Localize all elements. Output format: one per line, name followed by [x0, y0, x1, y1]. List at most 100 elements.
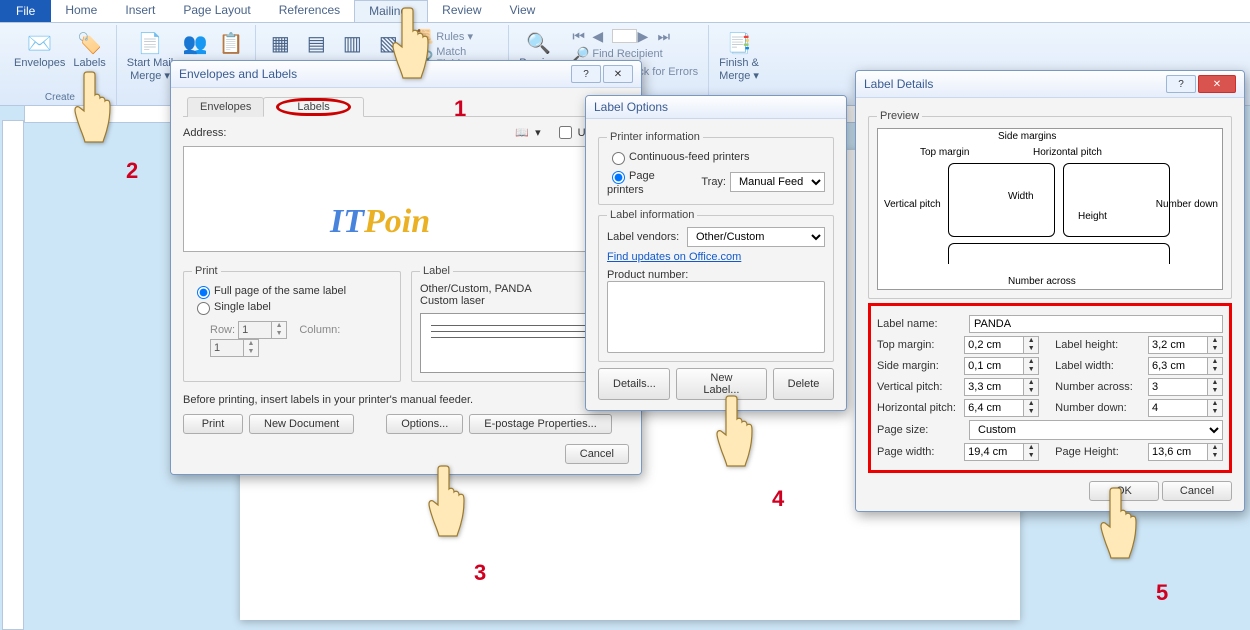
row-input — [238, 321, 272, 339]
dlg2-title: Label Options — [594, 100, 668, 114]
preview-icon: 🔍 — [525, 29, 553, 57]
rules-icon: 📜 — [416, 28, 432, 44]
vendors-label: Label vendors: — [607, 231, 687, 243]
hpitch-label: Horizontal pitch: — [877, 402, 964, 414]
btn-labels[interactable]: 🏷️ Labels — [73, 29, 105, 69]
opt-full-page[interactable]: Full page of the same label — [192, 285, 346, 297]
dlg3-title: Label Details — [864, 77, 933, 91]
dlg2-titlebar[interactable]: Label Options — [586, 96, 846, 119]
btn-delete[interactable]: Delete — [773, 368, 834, 400]
radio-single-label[interactable] — [197, 302, 210, 315]
labelname-input[interactable] — [969, 315, 1223, 333]
sidemargin-input[interactable]: ▲▼ — [964, 357, 1039, 375]
ribbon-tabs: File Home Insert Page Layout References … — [0, 0, 1250, 23]
tab-view[interactable]: View — [496, 0, 550, 22]
tab-references[interactable]: References — [265, 0, 354, 22]
address-dropdown-icon[interactable]: ▾ — [535, 126, 541, 139]
address-textarea[interactable] — [183, 146, 639, 252]
btn-new-document[interactable]: New Document — [249, 414, 354, 434]
dlg1-titlebar[interactable]: Envelopes and Labels ? ✕ — [171, 61, 641, 88]
mailmerge-icon: 📄 — [136, 29, 164, 57]
dlg1-cancel[interactable]: Cancel — [565, 444, 629, 464]
dlg1-tabs: Envelopes Labels — [183, 96, 629, 117]
btn-envelopes-label: Envelopes — [14, 57, 65, 69]
btn-print[interactable]: Print — [183, 414, 243, 434]
pageheight-input[interactable]: ▲▼ — [1148, 443, 1223, 461]
vpitch-input[interactable]: ▲▼ — [964, 378, 1039, 396]
btn-new-label[interactable]: New Label... — [676, 368, 766, 400]
dlg1-title: Envelopes and Labels — [179, 67, 297, 81]
dlg3-ok[interactable]: OK — [1089, 481, 1159, 501]
numdown-label: Number down: — [1055, 402, 1148, 414]
opt-page-printers[interactable]: Page printers — [607, 168, 689, 196]
tab-mailings[interactable]: Mailings — [354, 0, 428, 22]
dlg1-close-button[interactable]: ✕ — [603, 65, 633, 83]
btn-envelopes[interactable]: ✉️ Envelopes — [14, 29, 65, 69]
radio-continuous[interactable] — [612, 152, 625, 165]
dlg3-titlebar[interactable]: Label Details ? ✕ — [856, 71, 1244, 98]
radio-full-page[interactable] — [197, 286, 210, 299]
tray-select[interactable]: Manual Feed — [730, 172, 825, 192]
tab-review[interactable]: Review — [428, 0, 495, 22]
sidemargin-label: Side margin: — [877, 360, 964, 372]
addressbook-icon[interactable]: 📖 — [515, 126, 529, 139]
numdown-input[interactable]: ▲▼ — [1148, 399, 1223, 417]
print-legend: Print — [192, 265, 221, 277]
opt-single-label[interactable]: Single label — [192, 301, 271, 313]
group-create: ✉️ Envelopes 🏷️ Labels Create — [4, 25, 117, 105]
finish-icon: 📑 — [725, 29, 753, 57]
ruler-vertical — [2, 120, 24, 630]
btn-options[interactable]: Options... — [386, 414, 463, 434]
btn-start-mail-merge[interactable]: 📄 Start Mail Merge ▾ — [127, 29, 173, 82]
btn-details[interactable]: Details... — [598, 368, 670, 400]
link-find-updates[interactable]: Find updates on Office.com — [607, 251, 741, 263]
topmargin-input[interactable]: ▲▼ — [964, 336, 1039, 354]
btn-finish-merge[interactable]: 📑 Finish & Merge ▾ — [719, 29, 759, 82]
tab-labels[interactable]: Labels — [263, 97, 363, 117]
labelheight-input[interactable]: ▲▼ — [1148, 336, 1223, 354]
opt-continuous[interactable]: Continuous-feed printers — [607, 151, 749, 163]
btn-start-merge-label: Start Mail Merge ▾ — [127, 57, 173, 82]
numacross-input[interactable]: ▲▼ — [1148, 378, 1223, 396]
label-legend: Label — [420, 265, 453, 277]
labelinfo-legend: Label information — [607, 209, 697, 221]
radio-page-printers[interactable] — [612, 171, 625, 184]
btn-epostage[interactable]: E-postage Properties... — [469, 414, 612, 434]
tab-page-layout[interactable]: Page Layout — [169, 0, 264, 22]
dlg3-cancel[interactable]: Cancel — [1162, 481, 1232, 501]
pagewidth-label: Page width: — [877, 446, 964, 458]
vpitch-label: Vertical pitch: — [877, 381, 964, 393]
btn-finish-label: Finish & Merge ▾ — [719, 57, 759, 82]
fieldset-printer-info: Printer information Continuous-feed prin… — [598, 131, 834, 205]
printer-legend: Printer information — [607, 131, 703, 143]
product-number-list[interactable] — [607, 281, 825, 353]
hpitch-input[interactable]: ▲▼ — [964, 399, 1039, 417]
vendors-select[interactable]: Other/Custom — [687, 227, 825, 247]
pagesize-select[interactable]: Custom — [969, 420, 1223, 440]
use-return-checkbox[interactable] — [559, 126, 572, 139]
dlg1-footnote: Before printing, insert labels in your p… — [183, 394, 629, 406]
dlg3-close-button[interactable]: ✕ — [1198, 75, 1236, 93]
product-number-label: Product number: — [607, 269, 825, 281]
pagesize-label: Page size: — [877, 424, 969, 436]
pagewidth-input[interactable]: ▲▼ — [964, 443, 1039, 461]
dlg3-help-button[interactable]: ? — [1166, 75, 1196, 93]
tab-home[interactable]: Home — [51, 0, 111, 22]
nav-arrows[interactable]: ⏮◀ ▶⏭ — [572, 28, 698, 44]
tab-envelopes[interactable]: Envelopes — [187, 97, 264, 117]
tab-insert[interactable]: Insert — [111, 0, 169, 22]
dlg1-help-button[interactable]: ? — [571, 65, 601, 83]
next-icon: ▶ — [637, 28, 653, 44]
column-input — [210, 339, 244, 357]
address-label: Address: — [183, 127, 509, 139]
tab-file[interactable]: File — [0, 0, 51, 22]
dialog-envelopes-labels: Envelopes and Labels ? ✕ Envelopes Label… — [170, 60, 642, 475]
labelwidth-input[interactable]: ▲▼ — [1148, 357, 1223, 375]
topmargin-label: Top margin: — [877, 339, 964, 351]
pageheight-label: Page Height: — [1055, 446, 1148, 458]
labelname-label: Label name: — [877, 318, 969, 330]
annotation-2: 2 — [126, 160, 138, 182]
btn-rules[interactable]: 📜Rules ▾ — [416, 28, 498, 44]
label-icon: 🏷️ — [76, 29, 104, 57]
highlight-icon: ▦ — [266, 29, 294, 57]
